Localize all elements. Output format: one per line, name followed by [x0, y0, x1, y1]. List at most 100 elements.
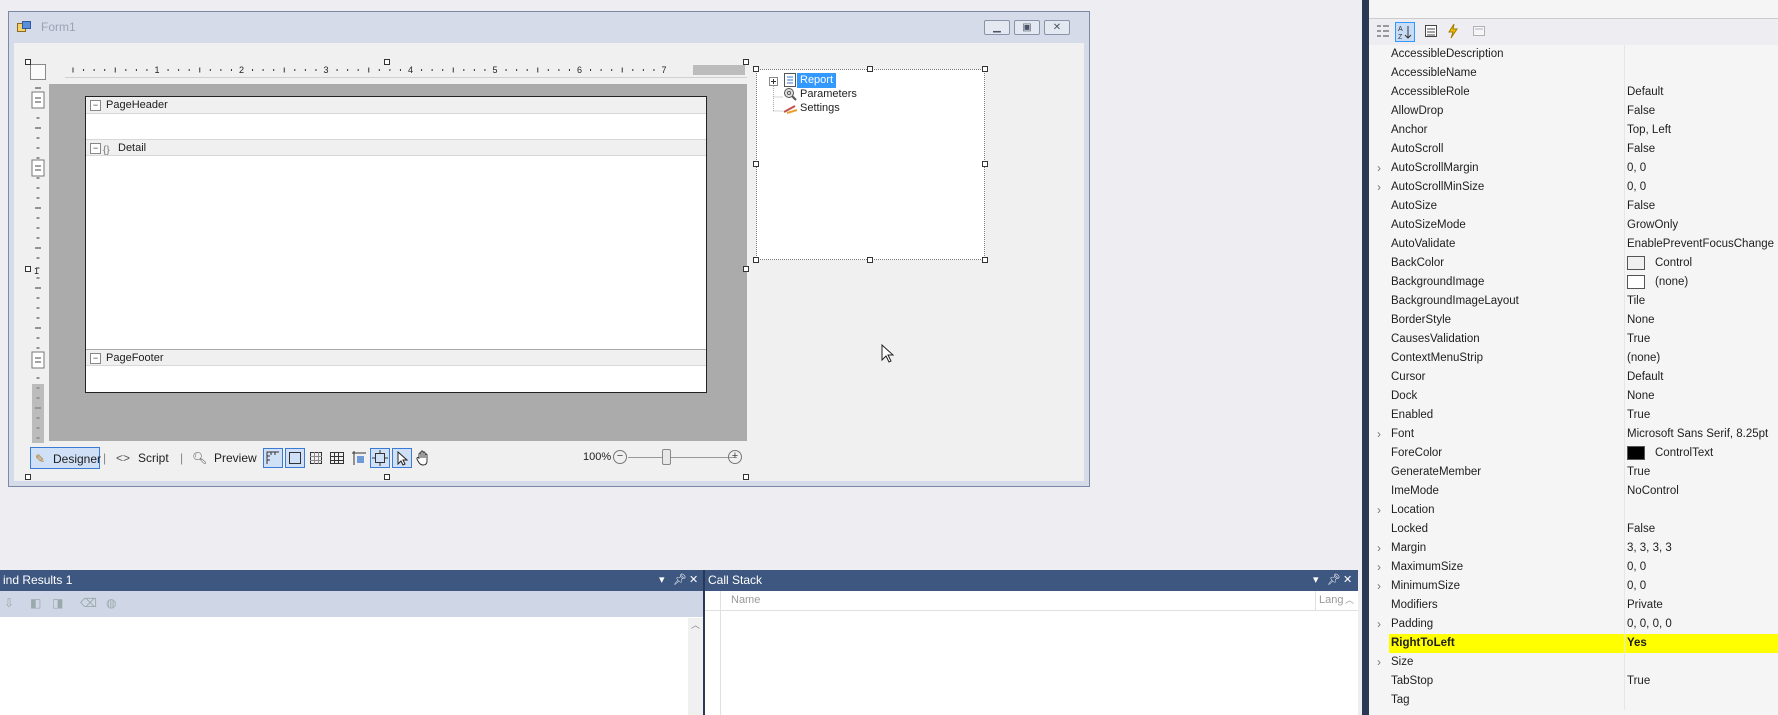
property-value[interactable]: NoControl [1627, 482, 1778, 501]
collapse-icon[interactable]: − [90, 100, 101, 111]
tree-item-parameters[interactable]: Parameters [797, 87, 860, 102]
property-value[interactable]: GrowOnly [1627, 216, 1778, 235]
pointer-tool-icon[interactable] [392, 448, 412, 468]
property-row[interactable]: AutoSize False [1369, 197, 1778, 216]
property-row[interactable]: Anchor Top, Left [1369, 121, 1778, 140]
property-row[interactable]: ContextMenuStrip (none) [1369, 349, 1778, 368]
table-grid-icon[interactable] [327, 448, 347, 468]
property-row[interactable]: AccessibleRole Default [1369, 83, 1778, 102]
close-button[interactable]: ✕ [1044, 20, 1070, 35]
form1-window[interactable]: Form1 ▁ ▣ ✕ 1234567 1 − PageHeader − {} … [8, 11, 1090, 487]
property-row[interactable]: TabStop True [1369, 672, 1778, 691]
property-row[interactable]: AccessibleName [1369, 64, 1778, 83]
property-value[interactable] [1627, 64, 1778, 83]
resize-handle[interactable] [982, 66, 988, 72]
snap-to-grid-icon[interactable] [370, 448, 390, 468]
property-value[interactable]: False [1627, 140, 1778, 159]
next-result-icon[interactable]: ◨ [52, 596, 63, 610]
collapse-icon[interactable]: − [90, 353, 101, 364]
events-lightning-icon[interactable] [1443, 22, 1463, 42]
properties-view-icon[interactable] [1421, 22, 1441, 42]
property-row[interactable]: BackgroundImageLayout Tile [1369, 292, 1778, 311]
column-header-name[interactable]: Name [731, 591, 760, 610]
property-row[interactable]: › AutoScrollMargin 0, 0 [1369, 159, 1778, 178]
property-row[interactable]: Enabled True [1369, 406, 1778, 425]
property-row[interactable]: › MaximumSize 0, 0 [1369, 558, 1778, 577]
property-row[interactable]: BackColor Control [1369, 254, 1778, 273]
hand-tool-icon[interactable] [413, 448, 433, 468]
zoom-slider-track[interactable] [628, 457, 737, 458]
tree-item-report[interactable]: Report [797, 73, 837, 88]
find-results-title-bar[interactable]: ind Results 1 ▾ 📌︎ ✕ [0, 570, 703, 591]
property-row[interactable]: › Size [1369, 653, 1778, 672]
property-pages-icon[interactable] [1469, 22, 1489, 42]
expand-chevron-icon[interactable]: › [1369, 653, 1389, 672]
vertical-scrollbar[interactable]: ︿ [688, 618, 703, 715]
page-footer-band[interactable]: − PageFooter [86, 349, 706, 366]
property-row[interactable]: RightToLeft Yes [1369, 634, 1778, 653]
page-outline-icon[interactable] [285, 448, 305, 468]
property-value[interactable]: Default [1627, 83, 1778, 102]
property-row[interactable]: › AutoScrollMinSize 0, 0 [1369, 178, 1778, 197]
pin-icon[interactable]: 📌︎ [1327, 570, 1341, 591]
property-value[interactable] [1627, 45, 1778, 64]
property-row[interactable]: Locked False [1369, 520, 1778, 539]
property-value[interactable] [1627, 501, 1778, 520]
property-value[interactable]: (none) [1627, 349, 1778, 368]
close-icon[interactable]: ✕ [1343, 570, 1352, 591]
property-row[interactable]: › Margin 3, 3, 3, 3 [1369, 539, 1778, 558]
report-page[interactable]: − PageHeader − {} Detail − PageFooter [85, 96, 707, 393]
property-value[interactable]: True [1627, 406, 1778, 425]
close-icon[interactable]: ✕ [689, 570, 698, 591]
property-row[interactable]: GenerateMember True [1369, 463, 1778, 482]
detail-band[interactable]: − {} Detail [86, 139, 706, 156]
scroll-up-icon[interactable]: ︿ [1345, 591, 1354, 610]
property-row[interactable]: › Font Microsoft Sans Serif, 8.25pt [1369, 425, 1778, 444]
property-value[interactable]: Microsoft Sans Serif, 8.25pt [1627, 425, 1778, 444]
property-value[interactable]: Private [1627, 596, 1778, 615]
property-value[interactable]: False [1627, 197, 1778, 216]
property-value[interactable]: True [1627, 672, 1778, 691]
property-row[interactable]: CausesValidation True [1369, 330, 1778, 349]
property-value[interactable]: False [1627, 102, 1778, 121]
clear-filter-icon[interactable]: ⌫ [80, 596, 97, 610]
dropdown-arrow-icon[interactable]: ▾ [1313, 570, 1319, 591]
expand-chevron-icon[interactable]: › [1369, 159, 1389, 178]
property-value[interactable]: None [1627, 387, 1778, 406]
resize-handle[interactable] [753, 161, 759, 167]
minimize-button[interactable]: ▁ [984, 20, 1010, 35]
script-tab-button[interactable]: <> Script [110, 447, 180, 469]
property-value[interactable]: None [1627, 311, 1778, 330]
zoom-slider-thumb[interactable] [662, 449, 671, 465]
grid-icon[interactable] [306, 448, 326, 468]
expand-chevron-icon[interactable]: › [1369, 425, 1389, 444]
expand-chevron-icon[interactable]: › [1369, 615, 1389, 634]
stop-find-icon[interactable]: ◍ [106, 596, 116, 610]
resize-handle[interactable] [743, 266, 749, 272]
resize-handle[interactable] [982, 161, 988, 167]
property-value[interactable]: 0, 0 [1627, 159, 1778, 178]
resize-handle[interactable] [25, 59, 31, 65]
expand-chevron-icon[interactable]: › [1369, 577, 1389, 596]
resize-handle[interactable] [743, 59, 749, 65]
property-row[interactable]: AutoSizeMode GrowOnly [1369, 216, 1778, 235]
expand-chevron-icon[interactable]: › [1369, 501, 1389, 520]
dropdown-arrow-icon[interactable]: ▾ [659, 570, 665, 591]
resize-handle[interactable] [743, 474, 749, 480]
resize-handle[interactable] [25, 266, 31, 272]
design-canvas[interactable]: − PageHeader − {} Detail − PageFooter [49, 84, 747, 441]
designer-tab-button[interactable]: ✎ Designer [30, 447, 101, 469]
resize-handle[interactable] [982, 257, 988, 263]
property-value[interactable]: False [1627, 520, 1778, 539]
property-value[interactable] [1627, 691, 1778, 710]
resize-handle[interactable] [867, 257, 873, 263]
property-row[interactable]: BackgroundImage (none) [1369, 273, 1778, 292]
property-value[interactable]: True [1627, 330, 1778, 349]
property-value[interactable]: EnablePreventFocusChange [1627, 235, 1778, 254]
expand-chevron-icon[interactable]: › [1369, 178, 1389, 197]
property-row[interactable]: › MinimumSize 0, 0 [1369, 577, 1778, 596]
property-row[interactable]: AllowDrop False [1369, 102, 1778, 121]
maximize-button[interactable]: ▣ [1014, 20, 1040, 35]
goto-icon[interactable]: ⇩ [4, 596, 14, 610]
preview-tab-button[interactable]: 🔍︎ Preview [186, 447, 257, 469]
